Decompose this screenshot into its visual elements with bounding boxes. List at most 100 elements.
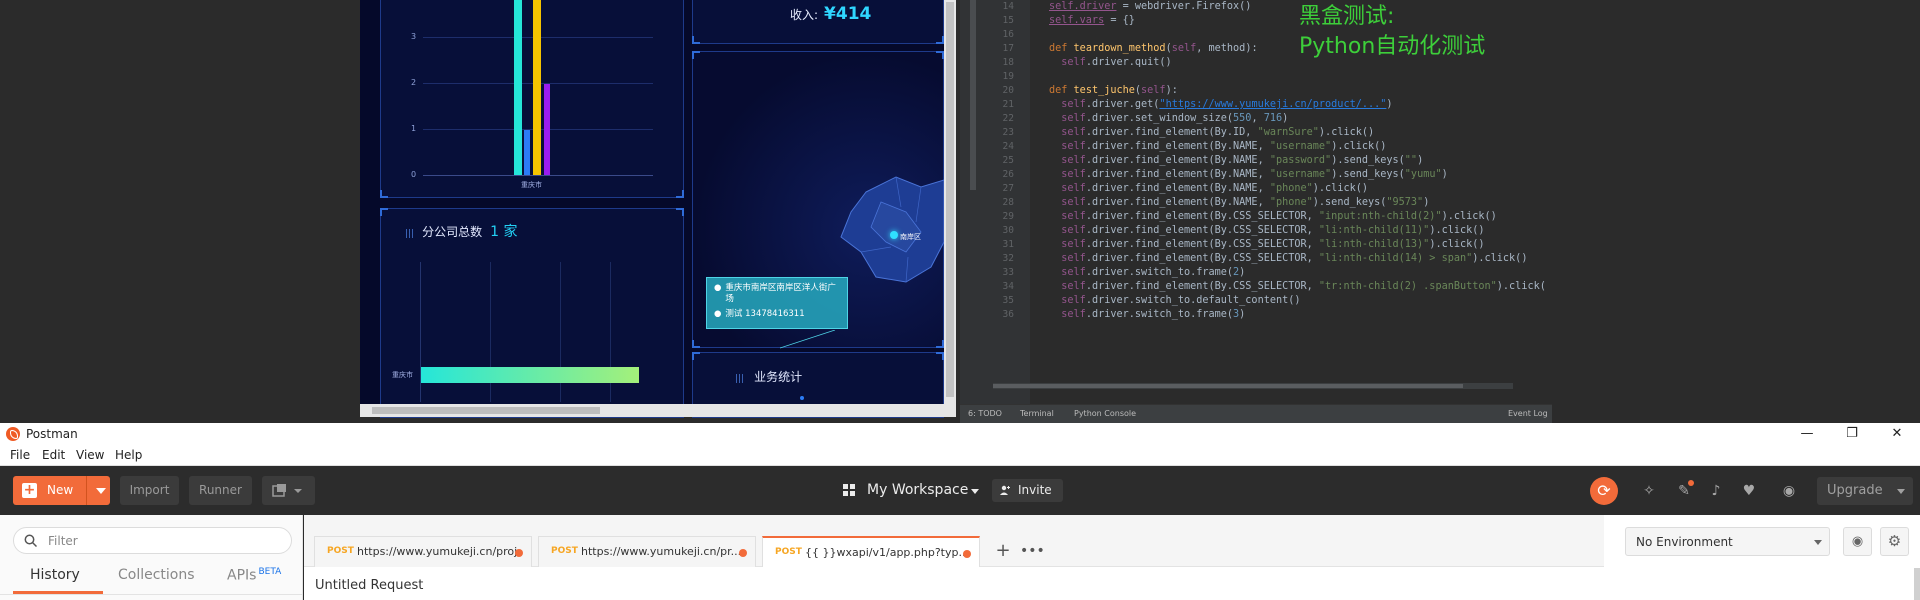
code-token: self xyxy=(1141,85,1166,96)
search-icon xyxy=(24,534,37,547)
code-token: ).send_keys( xyxy=(1312,197,1387,208)
menu-view[interactable]: View xyxy=(76,448,104,462)
close-button[interactable]: ✕ xyxy=(1882,424,1912,444)
code-token: .driver.find_element(By.CSS_SELECTOR, xyxy=(1085,211,1319,222)
request-url: https://www.yumukeji.cn/pr... xyxy=(581,545,741,558)
code-token: "username" xyxy=(1269,141,1332,152)
code-token: self xyxy=(1061,169,1086,180)
eye-icon[interactable]: ◉ xyxy=(1843,527,1872,556)
code-token: self xyxy=(1061,197,1086,208)
tab-history[interactable]: History xyxy=(30,567,80,583)
code-token: self xyxy=(1061,183,1086,194)
line-number: 36 xyxy=(1002,309,1014,320)
todo-tab[interactable]: 6: TODO xyxy=(968,409,1002,418)
more-tabs-icon[interactable]: ••• xyxy=(1020,539,1045,563)
new-tab-plus-icon[interactable]: + xyxy=(991,539,1015,563)
request-tab-1[interactable]: POST https://www.yumukeji.cn/proj... xyxy=(314,536,532,567)
request-tab-3[interactable]: POST {{ }}wxapi/v1/app.php?typ... xyxy=(762,536,980,567)
menu-edit[interactable]: Edit xyxy=(42,448,65,462)
terminal-tab[interactable]: Terminal xyxy=(1020,409,1054,418)
menu-help[interactable]: Help xyxy=(115,448,142,462)
code-token: self xyxy=(1171,43,1197,54)
workspace-caret-icon[interactable] xyxy=(971,489,979,494)
chart-bar-blue xyxy=(524,130,530,175)
code-token: "input:nth-child(2)" xyxy=(1318,211,1442,222)
request-method: POST xyxy=(551,546,578,556)
code-line[interactable]: self.vars = {} xyxy=(1049,12,1135,29)
code-token: self xyxy=(1061,141,1086,152)
python-console-tab[interactable]: Python Console xyxy=(1074,409,1136,418)
code-token: ) xyxy=(1239,267,1246,278)
new-dropdown-caret-icon[interactable] xyxy=(96,488,106,494)
code-token: self xyxy=(1061,295,1086,306)
code-token: "li:nth-child(14) > span" xyxy=(1318,253,1473,264)
environment-selector[interactable]: No Environment xyxy=(1625,527,1830,556)
beta-badge: BETA xyxy=(258,567,282,577)
upgrade-button[interactable]: Upgrade xyxy=(1817,477,1913,505)
plus-icon: + xyxy=(22,482,37,498)
tab-apis[interactable]: APIs BETA xyxy=(227,567,281,584)
code-token: .driver.find_element(By.CSS_SELECTOR, xyxy=(1085,253,1319,264)
new-window-button[interactable] xyxy=(262,476,315,505)
runner-button[interactable]: Runner xyxy=(189,476,252,505)
request-url: {{ }}wxapi/v1/app.php?typ... xyxy=(805,546,965,559)
code-token: ) xyxy=(1282,113,1289,124)
satellite-icon[interactable]: ✧ xyxy=(1640,482,1658,500)
code-token: ) xyxy=(1386,99,1393,110)
editor-side-scrollbar[interactable] xyxy=(970,0,976,190)
map-marker[interactable] xyxy=(890,231,898,239)
filter-box[interactable] xyxy=(13,527,292,554)
code-token: ).click() xyxy=(1472,253,1528,264)
editor-horizontal-scrollbar[interactable] xyxy=(993,383,1513,389)
app-name: Postman xyxy=(26,427,78,441)
import-button[interactable]: Import xyxy=(120,476,179,505)
code-editor[interactable]: 14 self.driver = webdriver.Firefox() 15 sel… xyxy=(960,0,1552,411)
code-token: 550 xyxy=(1233,113,1252,124)
code-token: .driver.find_element(By.NAME, xyxy=(1085,155,1270,166)
workspace-selector[interactable]: My Workspace xyxy=(867,482,968,498)
code-token: def xyxy=(1049,43,1074,54)
menu-file[interactable]: File xyxy=(10,448,30,462)
heart-icon[interactable]: ♥ xyxy=(1740,482,1758,500)
code-token: .driver.quit() xyxy=(1085,57,1172,68)
browser-horizontal-scrollbar[interactable] xyxy=(360,404,944,417)
browser-vertical-scrollbar[interactable] xyxy=(944,0,956,417)
decor-dot xyxy=(800,396,804,400)
overlay-caption-1: 黑盒测试: xyxy=(1299,4,1395,29)
bell-icon[interactable]: ♪ xyxy=(1707,482,1725,500)
new-button[interactable]: + New xyxy=(13,476,110,505)
unsaved-dot-icon xyxy=(739,549,747,557)
code-token: 716 xyxy=(1263,113,1283,124)
sidebar-divider xyxy=(0,594,303,595)
gear-icon[interactable]: ⚙ xyxy=(1880,527,1909,556)
code-token: ).click() xyxy=(1312,183,1368,194)
sync-icon[interactable]: ⟳ xyxy=(1590,477,1618,505)
user-avatar-icon[interactable]: ◉ xyxy=(1780,482,1798,500)
code-token: .driver.switch_to.frame( xyxy=(1085,267,1234,278)
code-line[interactable]: self.driver.quit() xyxy=(1049,54,1172,71)
minimize-button[interactable]: — xyxy=(1792,424,1822,444)
event-log-tab[interactable]: Event Log xyxy=(1508,409,1548,418)
restore-button[interactable]: ❐ xyxy=(1837,424,1867,444)
ide-status-bar: 6: TODO Terminal Python Console Event Lo… xyxy=(960,404,1552,423)
invite-button[interactable]: Invite xyxy=(992,479,1063,502)
code-token: "warnSure" xyxy=(1257,127,1319,138)
tab-collections[interactable]: Collections xyxy=(118,567,195,583)
tab-apis-label: APIs xyxy=(227,567,257,584)
request-tab-2[interactable]: POST https://www.yumukeji.cn/pr... xyxy=(538,536,756,567)
code-token: .driver.find_element(By.CSS_SELECTOR, xyxy=(1085,225,1319,236)
code-token: "username" xyxy=(1269,169,1332,180)
code-token: "li:nth-child(13)" xyxy=(1318,239,1430,250)
code-token: "tr:nth-child(2) .spanButton" xyxy=(1318,281,1497,292)
request-url: https://www.yumukeji.cn/proj... xyxy=(357,545,517,558)
code-line[interactable]: self.driver.switch_to.frame(3) xyxy=(1049,306,1245,323)
filter-input[interactable] xyxy=(48,532,278,550)
main-scrollbar[interactable] xyxy=(1914,568,1920,600)
